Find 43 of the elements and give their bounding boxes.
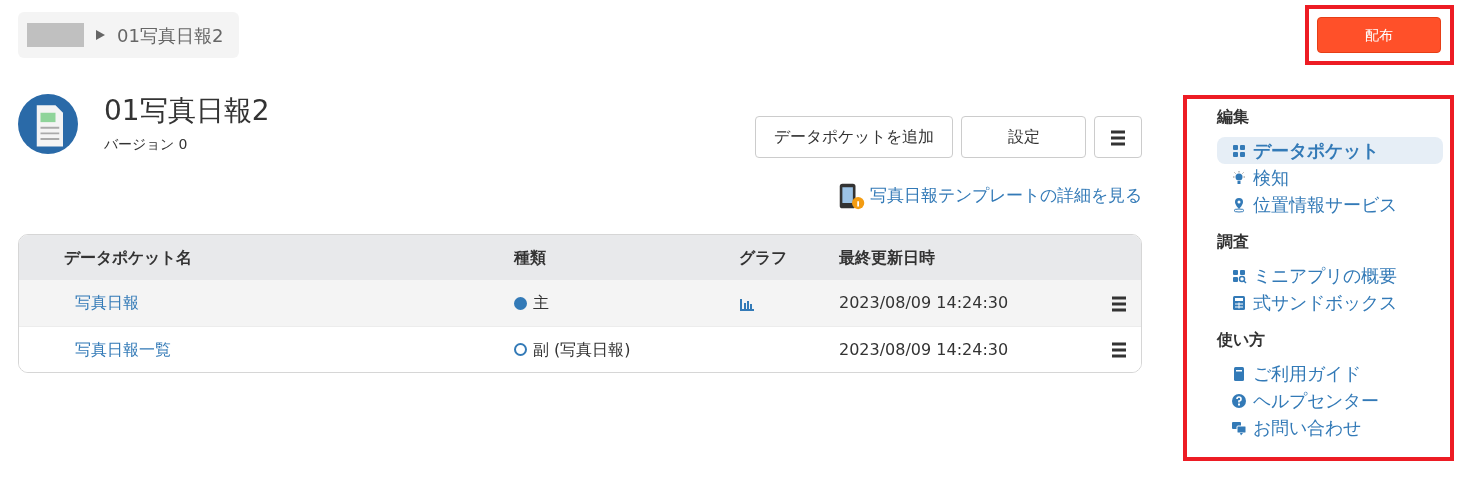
section-heading: 使い方: [1217, 329, 1265, 351]
settings-button[interactable]: 設定: [961, 116, 1086, 158]
publish-button[interactable]: 配布: [1317, 17, 1441, 53]
column-header: 種類: [514, 247, 546, 267]
column-header: データポケット名: [64, 247, 192, 267]
template-info-icon: [838, 182, 866, 210]
calculator-icon: [1231, 294, 1247, 311]
chat-icon: [1231, 419, 1247, 436]
sidebar-item[interactable]: 位置情報サービス: [1217, 191, 1397, 218]
book-icon: [1231, 365, 1247, 382]
sidebar-item[interactable]: 式サンドボックス: [1217, 289, 1397, 316]
help-icon: [1231, 392, 1247, 409]
type-cell-text: 副 (写真日報): [533, 338, 631, 361]
template-details-link[interactable]: 写真日報テンプレートの詳細を見る: [870, 183, 1142, 209]
app-icon: [18, 94, 78, 154]
lightbulb-icon: [1231, 169, 1247, 186]
sidebar-item[interactable]: お問い合わせ: [1217, 414, 1361, 441]
data-pocket-link[interactable]: 写真日報一覧: [75, 339, 171, 359]
sidebar-item[interactable]: ヘルプセンター: [1217, 387, 1379, 414]
column-header: グラフ: [739, 247, 787, 267]
app-title: 01写真日報2: [104, 94, 270, 128]
section-heading: 調査: [1217, 231, 1249, 253]
grid-search-icon: [1231, 267, 1247, 284]
data-pocket-link[interactable]: 写真日報: [75, 293, 139, 312]
menu-icon[interactable]: [1111, 342, 1127, 358]
sidebar-item[interactable]: ご利用ガイド: [1217, 360, 1361, 387]
section-heading: 編集: [1217, 106, 1249, 128]
type-cell-text: 主: [533, 292, 549, 314]
menu-button[interactable]: [1094, 116, 1142, 158]
sidebar-item[interactable]: ミニアプリの概要: [1217, 262, 1397, 289]
menu-icon[interactable]: [1111, 295, 1127, 312]
separator-icon: [96, 30, 105, 40]
column-header: 最終更新日時: [839, 247, 935, 267]
grid-icon: [1231, 142, 1247, 159]
breadcrumb-item: 01写真日報2: [117, 23, 224, 48]
location-pin-icon: [1231, 196, 1247, 213]
date-cell: 2023/08/09 14:24:30: [839, 293, 1009, 312]
sidebar-item[interactable]: 検知: [1217, 164, 1289, 191]
menu-icon: [1109, 129, 1127, 146]
add-button[interactable]: データポケットを追加: [755, 116, 953, 158]
date-cell: 2023/08/09 14:24:30: [839, 339, 1009, 359]
sidebar-item[interactable]: データポケット: [1217, 137, 1443, 164]
version-label: バージョン 0: [104, 134, 189, 154]
